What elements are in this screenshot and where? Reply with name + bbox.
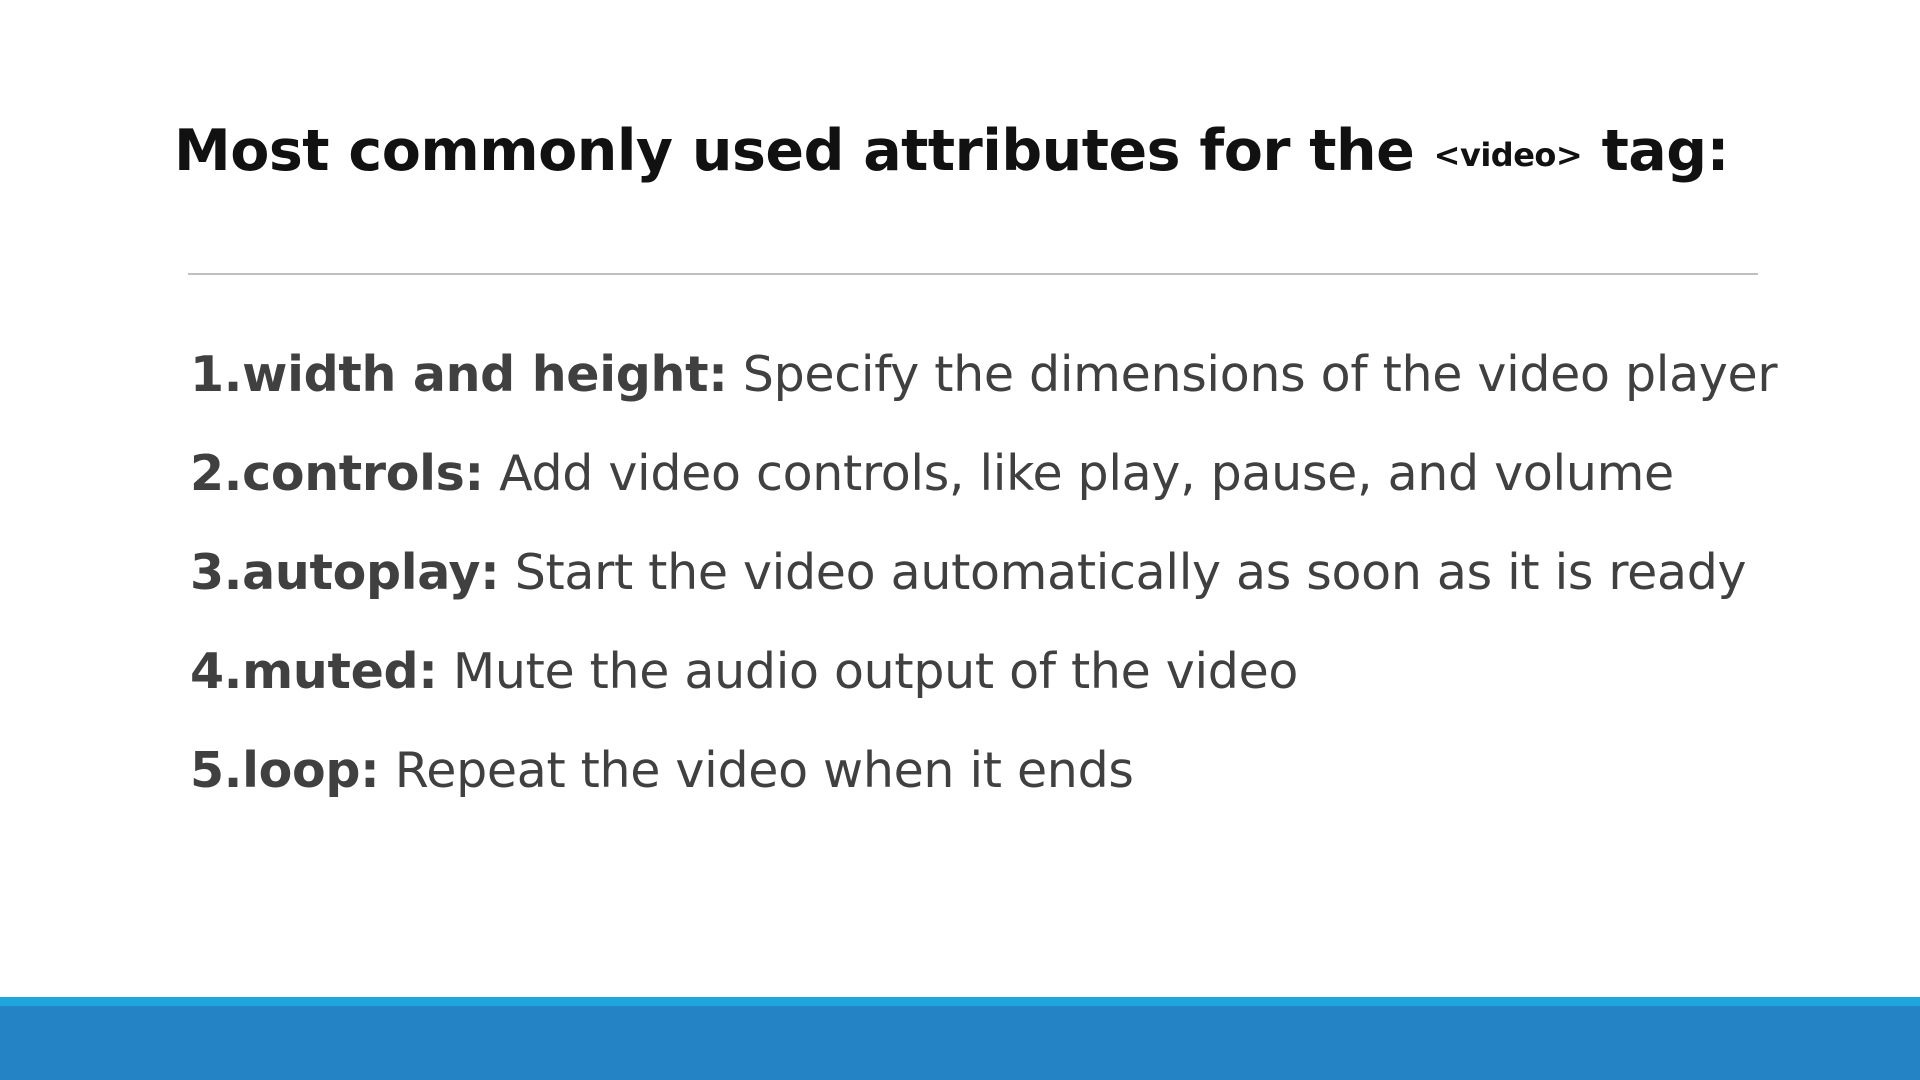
list-item: 4.muted: Mute the audio output of the vi… (190, 643, 1777, 742)
item-number: 4. (190, 643, 243, 700)
title-divider (188, 273, 1758, 275)
footer-bar (0, 997, 1920, 1080)
item-number: 2. (190, 445, 243, 502)
slide-title: Most commonly used attributes for the <v… (174, 118, 1729, 184)
list-item: 2.controls: Add video controls, like pla… (190, 445, 1777, 544)
list-item: 5.loop: Repeat the video when it ends (190, 742, 1777, 841)
attribute-name: width and height: (242, 346, 728, 403)
attribute-description: Mute the audio output of the video (452, 643, 1299, 700)
attribute-name: controls: (242, 445, 484, 502)
attribute-list: 1.width and height: Specify the dimensio… (190, 346, 1778, 841)
attribute-description: Specify the dimensions of the video play… (742, 346, 1778, 403)
attribute-name: autoplay: (242, 544, 500, 601)
item-number: 1. (190, 346, 243, 403)
attribute-name: loop: (242, 742, 380, 799)
title-suffix: tag: (1601, 118, 1730, 184)
attribute-description: Add video controls, like play, pause, an… (499, 445, 1674, 502)
item-number: 5. (190, 742, 243, 799)
item-number: 3. (190, 544, 243, 601)
attribute-description: Start the video automatically as soon as… (514, 544, 1747, 601)
slide: Most commonly used attributes for the <v… (0, 0, 1920, 1080)
list-item: 1.width and height: Specify the dimensio… (190, 346, 1778, 445)
attribute-name: muted: (242, 643, 438, 700)
list-item: 3.autoplay: Start the video automaticall… (190, 544, 1777, 643)
title-prefix: Most commonly used attributes for the (174, 118, 1415, 184)
title-code-tag: <video> (1433, 136, 1583, 174)
attribute-description: Repeat the video when it ends (394, 742, 1134, 799)
